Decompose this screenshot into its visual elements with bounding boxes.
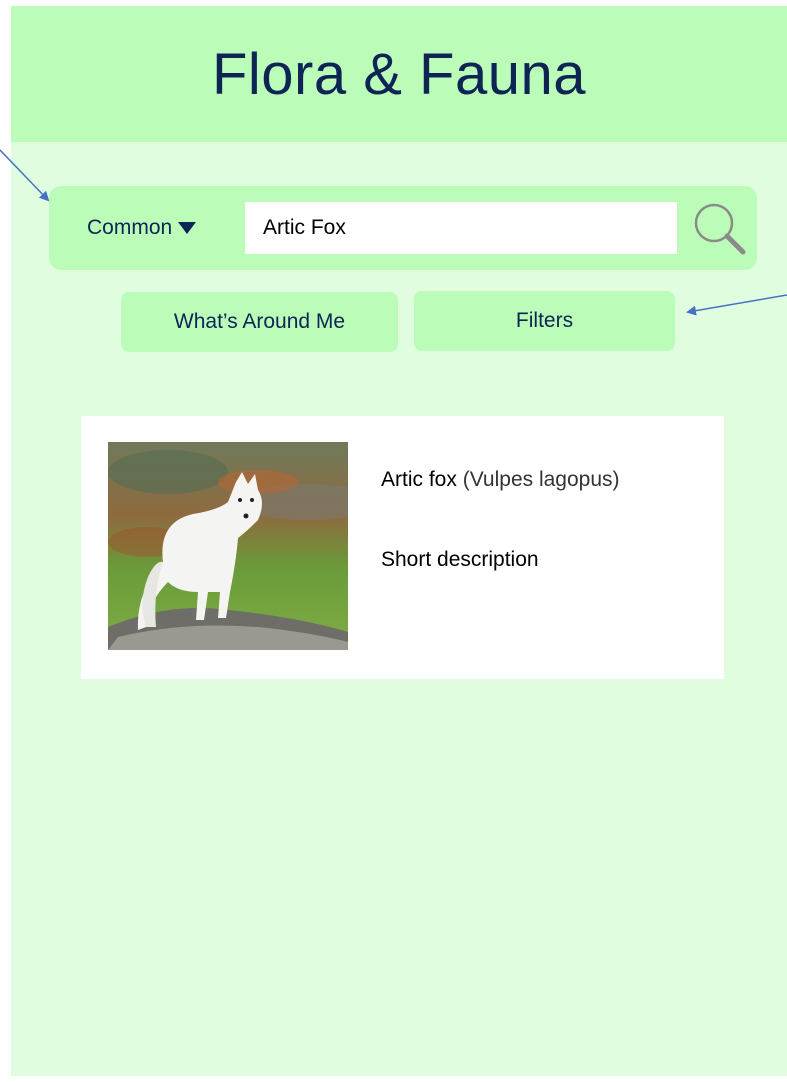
app-header: Flora & Fauna xyxy=(11,6,787,142)
app-title: Flora & Fauna xyxy=(211,41,586,107)
search-bar: Common xyxy=(49,186,757,270)
result-card[interactable]: Artic fox (Vulpes lagopus) Short descrip… xyxy=(81,416,724,679)
search-mode-label: Common xyxy=(87,216,173,239)
search-mode-dropdown[interactable]: Common xyxy=(87,210,197,246)
result-description: Short description xyxy=(381,548,539,571)
result-scientific-name: (Vulpes lagopus) xyxy=(462,468,620,491)
fox-photo xyxy=(108,442,348,650)
search-button[interactable] xyxy=(689,198,749,258)
dropdown-triangle-icon xyxy=(178,222,197,234)
search-icon xyxy=(694,203,746,255)
result-title: Artic fox (Vulpes lagopus) xyxy=(381,468,620,492)
search-input[interactable] xyxy=(245,202,677,254)
app-screen: Flora & Fauna Common What’s Around Me Fi… xyxy=(11,6,787,1076)
result-common-name: Artic fox xyxy=(381,468,457,491)
whats-around-me-button[interactable]: What’s Around Me xyxy=(121,292,398,352)
filters-button[interactable]: Filters xyxy=(414,291,675,351)
